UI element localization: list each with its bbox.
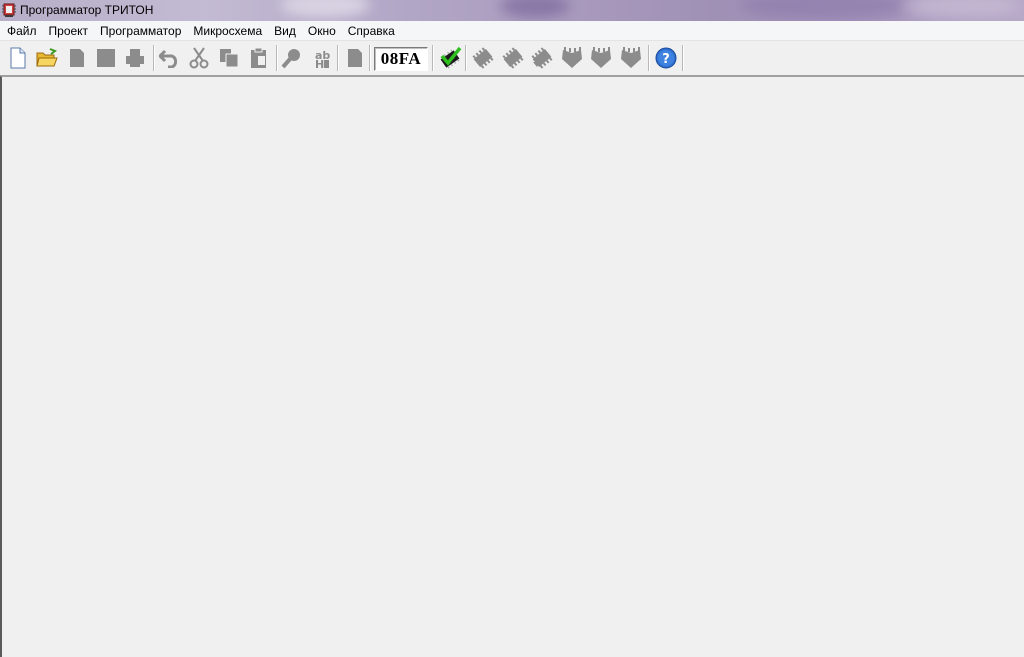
title-bar-glass	[740, 0, 920, 20]
toolbar-separator	[648, 45, 650, 71]
cut-button[interactable]	[187, 46, 211, 70]
find-button[interactable]	[280, 46, 304, 70]
title-bar-glass	[900, 0, 1020, 18]
open-button[interactable]	[35, 46, 59, 70]
chip-blank-check-button[interactable]	[501, 46, 525, 70]
toolbar-separator	[369, 45, 371, 71]
copy-button[interactable]	[217, 46, 241, 70]
menu-chip[interactable]: Микросхема	[187, 22, 268, 40]
title-bar[interactable]: Программатор ТРИТОН	[0, 0, 1024, 21]
chip-verify-icon	[560, 46, 584, 70]
save-button[interactable]	[65, 46, 89, 70]
buffer-icon	[345, 48, 365, 68]
chip-erase-icon	[589, 46, 613, 70]
toolbar-separator	[682, 45, 684, 71]
toolbar-separator	[153, 45, 155, 71]
buffer-button[interactable]	[343, 46, 367, 70]
toolbar: ab H 08FA ?	[0, 41, 1024, 76]
workspace-area[interactable]	[0, 76, 1024, 657]
checksum-display: 08FA	[374, 47, 428, 71]
menu-help[interactable]: Справка	[342, 22, 401, 40]
replace-button[interactable]: ab H	[309, 46, 333, 70]
print-button[interactable]	[123, 46, 147, 70]
undo-icon	[159, 48, 181, 68]
save-all-button[interactable]	[94, 46, 118, 70]
find-icon	[281, 47, 303, 69]
menu-view[interactable]: Вид	[268, 22, 302, 40]
toolbar-separator	[465, 45, 467, 71]
chip-blank-check-icon	[501, 46, 525, 70]
toolbar-separator	[337, 45, 339, 71]
print-icon	[124, 48, 146, 68]
paste-button[interactable]	[247, 46, 271, 70]
help-icon: ?	[655, 47, 677, 69]
svg-text:H: H	[315, 58, 324, 69]
toolbar-separator	[276, 45, 278, 71]
chip-auto-button[interactable]	[619, 46, 643, 70]
application-window: Программатор ТРИТОН Файл Проект Программ…	[0, 0, 1024, 657]
chip-program-button[interactable]	[530, 46, 554, 70]
chip-read-button[interactable]	[471, 46, 495, 70]
chip-check-button[interactable]	[438, 46, 462, 70]
chip-auto-icon	[619, 46, 643, 70]
save-icon	[67, 48, 87, 68]
chip-read-icon	[471, 46, 495, 70]
help-button[interactable]: ?	[654, 46, 678, 70]
new-file-icon	[8, 47, 28, 69]
replace-icon: ab H	[311, 47, 331, 69]
menu-project[interactable]: Проект	[43, 22, 95, 40]
save-all-icon	[96, 48, 116, 68]
title-bar-glass	[280, 0, 370, 18]
title-bar-glass	[500, 0, 570, 18]
chip-programmer-icon[interactable]	[1, 2, 17, 18]
window-title: Программатор ТРИТОН	[20, 3, 154, 17]
chip-check-icon	[438, 46, 462, 70]
menu-programmer[interactable]: Программатор	[94, 22, 187, 40]
undo-button[interactable]	[158, 46, 182, 70]
new-file-button[interactable]	[6, 46, 30, 70]
paste-icon	[249, 47, 269, 69]
chip-program-icon	[530, 46, 554, 70]
cut-icon	[189, 47, 209, 69]
menu-file[interactable]: Файл	[0, 22, 43, 40]
open-folder-icon	[36, 48, 58, 68]
toolbar-separator	[432, 45, 434, 71]
chip-erase-button[interactable]	[589, 46, 613, 70]
copy-icon	[219, 48, 239, 68]
svg-text:?: ?	[662, 52, 670, 67]
menu-bar: Файл Проект Программатор Микросхема Вид …	[0, 21, 1024, 41]
chip-verify-button[interactable]	[560, 46, 584, 70]
menu-window[interactable]: Окно	[302, 22, 342, 40]
